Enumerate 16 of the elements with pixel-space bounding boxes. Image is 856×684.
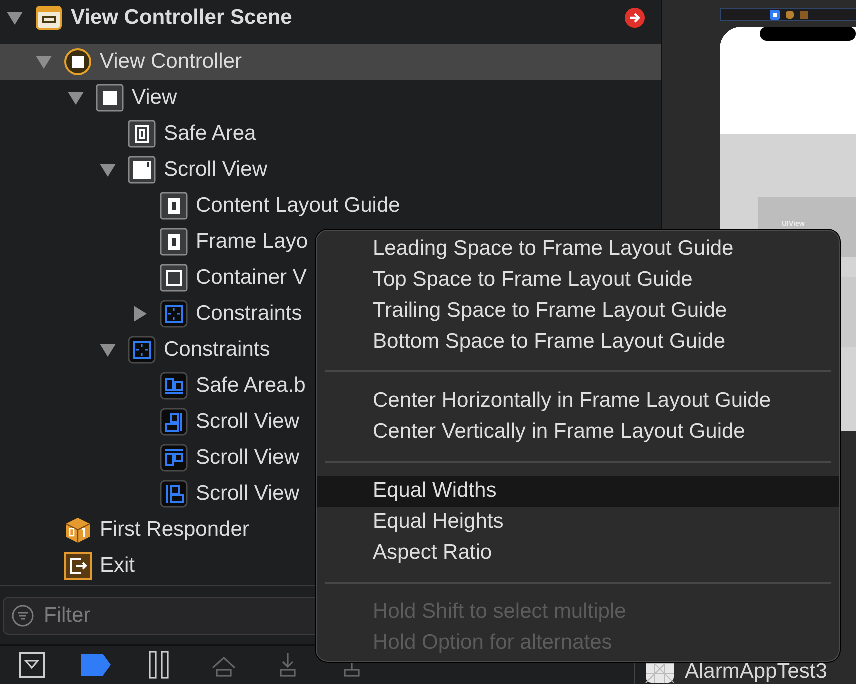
outline-label: View Controller Scene	[71, 6, 292, 30]
outline-label: View Controller	[100, 50, 242, 74]
outline-label: Constraints	[164, 338, 270, 362]
outline-label: Scroll View	[196, 482, 300, 506]
outline-label: Safe Area.b	[196, 374, 306, 398]
outline-label: Container V	[196, 266, 307, 290]
outline-label: Exit	[100, 554, 136, 578]
outline-label: Scroll View	[196, 410, 300, 434]
outline-label: Constraints	[196, 302, 302, 326]
outline-label: Safe Area	[164, 122, 256, 146]
outline-label: Scroll View	[164, 158, 268, 182]
outline-label: View	[132, 86, 178, 110]
outline-label: Content Layout Guide	[196, 194, 400, 218]
outline-label: Scroll View	[196, 446, 300, 470]
outline-label: Frame Layo	[196, 230, 308, 254]
outline-label: First Responder	[100, 518, 250, 542]
